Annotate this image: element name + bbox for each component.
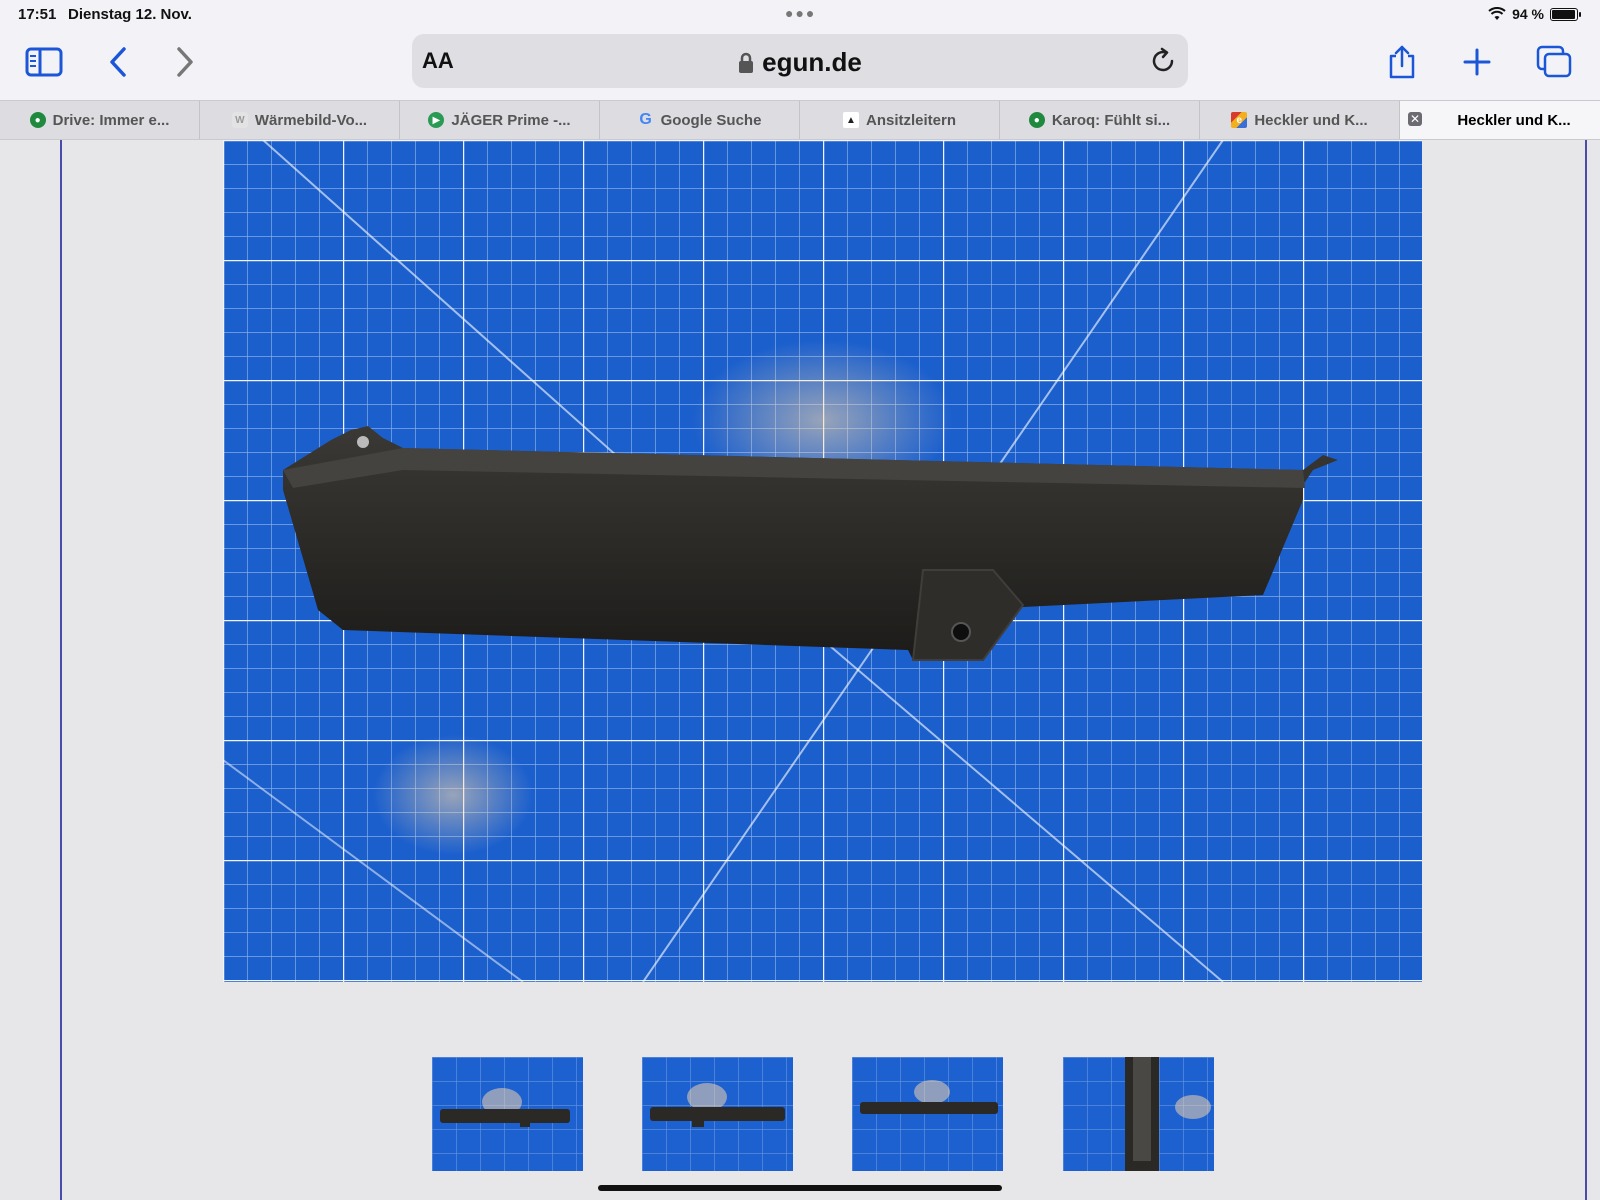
- status-date: Dienstag 12. Nov.: [68, 6, 192, 23]
- tab-2[interactable]: ▶ JÄGER Prime -...: [400, 101, 600, 139]
- tab-label: JÄGER Prime -...: [451, 111, 571, 129]
- battery-fill: [1552, 9, 1575, 19]
- multitasking-dots-icon[interactable]: ●●●: [785, 5, 816, 21]
- sidebar-icon: [25, 47, 63, 77]
- sidebar-toggle-button[interactable]: [22, 42, 66, 82]
- thumbnail-photo: [852, 1057, 1003, 1171]
- status-time: 17:51: [18, 6, 57, 23]
- tab-overview-button[interactable]: [1532, 42, 1576, 82]
- close-icon[interactable]: ✕: [1408, 112, 1422, 126]
- home-indicator[interactable]: [598, 1185, 1002, 1191]
- thumbnail-1[interactable]: [432, 1057, 583, 1171]
- thumbnail-photo: [432, 1057, 583, 1171]
- tab-label: Ansitzleitern: [865, 111, 956, 129]
- thumbnail-2[interactable]: [642, 1057, 793, 1171]
- new-tab-button[interactable]: [1455, 42, 1499, 82]
- product-photo: [223, 140, 1422, 982]
- tab-6[interactable]: e Heckler und K...: [1200, 101, 1400, 139]
- play-icon: ▶: [428, 112, 445, 128]
- url-field[interactable]: egun.de: [412, 47, 1188, 78]
- page-border: [60, 140, 62, 1200]
- tab-label: Karoq: Fühlt si...: [1051, 111, 1171, 129]
- thumbnail-photo: [642, 1057, 793, 1171]
- thumbnail-photo: [1063, 1057, 1214, 1171]
- chevron-right-icon: [177, 47, 193, 77]
- google-icon: G: [639, 111, 652, 128]
- tab-bar: ● Drive: Immer e... W Wärmebild-Vo... ▶ …: [0, 100, 1600, 140]
- reload-icon[interactable]: [1148, 46, 1178, 76]
- plus-icon: [1463, 48, 1491, 76]
- share-button[interactable]: [1380, 42, 1424, 82]
- tab-0[interactable]: ● Drive: Immer e...: [0, 101, 200, 139]
- tab-label: Heckler und K...: [1457, 111, 1571, 129]
- w-icon: W: [231, 112, 248, 128]
- page-border: [1585, 140, 1587, 1200]
- share-icon: [1389, 45, 1415, 79]
- tab-5[interactable]: ● Karoq: Fühlt si...: [1000, 101, 1200, 139]
- battery-percent: 94 %: [1512, 6, 1544, 22]
- address-bar[interactable]: AA egun.de: [412, 34, 1188, 88]
- skoda-icon: ●: [29, 112, 46, 128]
- browser-toolbar: AA egun.de: [0, 30, 1600, 100]
- tab-1[interactable]: W Wärmebild-Vo...: [200, 101, 400, 139]
- product-main-image[interactable]: [223, 140, 1422, 982]
- skoda-icon: ●: [1028, 112, 1045, 128]
- thumbnail-4[interactable]: [1063, 1057, 1214, 1171]
- battery-icon: [1550, 7, 1581, 21]
- web-page: [0, 140, 1600, 1200]
- tab-4[interactable]: ▲ Ansitzleitern: [800, 101, 1000, 139]
- egun-icon: e: [1231, 112, 1248, 128]
- url-text: egun.de: [762, 47, 862, 77]
- forward-button[interactable]: [163, 42, 207, 82]
- hunter-icon: ▲: [842, 112, 859, 128]
- status-right: 94 %: [1488, 6, 1581, 22]
- chevron-left-icon: [110, 47, 126, 77]
- wifi-icon: [1488, 7, 1506, 20]
- tab-label: Wärmebild-Vo...: [254, 111, 368, 129]
- tab-active[interactable]: ✕ Heckler und K...: [1400, 101, 1600, 139]
- back-button[interactable]: [96, 42, 140, 82]
- thumbnail-gallery: [432, 1057, 1214, 1171]
- thumbnail-3[interactable]: [852, 1057, 1003, 1171]
- status-bar: 17:51 Dienstag 12. Nov. ●●● 94 %: [0, 0, 1600, 30]
- tab-3[interactable]: G Google Suche: [600, 101, 800, 139]
- tab-label: Google Suche: [660, 111, 762, 129]
- tab-label: Drive: Immer e...: [52, 111, 170, 129]
- tab-label: Heckler und K...: [1254, 111, 1368, 129]
- lock-icon: [739, 52, 754, 73]
- tabs-icon: [1536, 45, 1572, 78]
